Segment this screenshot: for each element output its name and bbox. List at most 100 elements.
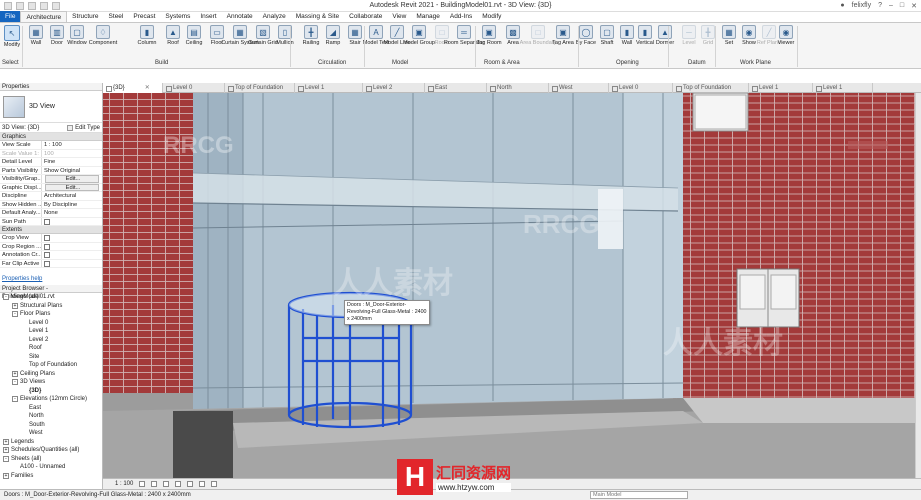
browser-node[interactable]: Level 2 <box>0 336 102 345</box>
redo-icon[interactable] <box>40 1 48 10</box>
browser-node[interactable]: - Floor Plans <box>0 310 102 319</box>
property-value[interactable]: 1 : 100 <box>42 141 102 149</box>
group-opening[interactable]: Opening <box>616 60 639 66</box>
browser-node[interactable]: Site <box>0 353 102 362</box>
browser-node[interactable]: Level 0 <box>0 319 102 328</box>
tab-file[interactable]: File <box>0 11 21 22</box>
property-row[interactable]: Scale Value 1: 100 <box>0 149 102 158</box>
property-row[interactable]: Detail Level Fine <box>0 158 102 167</box>
vertical-button[interactable]: ▮ Vertical <box>634 25 656 46</box>
tree-toggle-icon[interactable]: - <box>12 311 18 318</box>
view-tab-level-0[interactable]: Level 0 <box>609 83 673 93</box>
view-tab-top-of-foundation[interactable]: Top of Foundation <box>673 83 749 93</box>
browser-node[interactable]: + Legends <box>0 438 102 447</box>
ceiling-button[interactable]: ▤ Ceiling <box>183 25 205 46</box>
modify-button[interactable]: ↖ Modify <box>1 25 23 48</box>
property-row[interactable]: Crop Region ... <box>0 242 102 251</box>
tab-structure[interactable]: Structure <box>67 11 103 22</box>
property-row[interactable]: Crop View <box>0 234 102 243</box>
view-tab-3d[interactable]: {3D} ✕ <box>103 83 163 93</box>
tree-toggle-icon[interactable]: - <box>3 455 9 462</box>
tree-toggle-icon[interactable]: - <box>3 294 9 301</box>
view-tab-level-1[interactable]: Level 1 <box>749 83 813 93</box>
active-workset[interactable]: Main Model <box>590 491 688 499</box>
type-selector[interactable]: 3D View <box>0 91 102 123</box>
roof-button[interactable]: ▲ Roof <box>162 25 184 46</box>
property-value[interactable]: Fine <box>42 158 102 166</box>
browser-node[interactable]: + Ceiling Plans <box>0 370 102 379</box>
property-value[interactable] <box>42 234 102 242</box>
property-value[interactable]: None <box>42 209 102 217</box>
view-tab-level-1[interactable]: Level 1 <box>295 83 363 93</box>
view-tab-top-of-foundation[interactable]: Top of Foundation <box>225 83 295 93</box>
close-tab-icon[interactable]: ✕ <box>145 85 150 91</box>
filter-value[interactable]: 3D View: {3D} <box>2 125 39 131</box>
tab-systems[interactable]: Systems <box>160 11 195 22</box>
tag-room-button[interactable]: ▣ Tag Room <box>476 25 502 46</box>
view-tab-level-2[interactable]: Level 2 <box>363 83 425 93</box>
tab-precast[interactable]: Precast <box>128 11 160 22</box>
crop-view-icon[interactable] <box>187 481 194 487</box>
browser-node[interactable]: {3D} <box>0 387 102 396</box>
browser-node[interactable]: + Families <box>0 472 102 481</box>
print-icon[interactable] <box>52 1 60 10</box>
view-tab-west[interactable]: West <box>549 83 609 93</box>
visual-style-icon[interactable] <box>151 481 158 487</box>
tab-modify[interactable]: Modify <box>477 11 506 22</box>
properties-filter[interactable]: 3D View: {3D} Edit Type <box>0 123 102 133</box>
browser-node[interactable]: - Elevations (12mm Circle) <box>0 395 102 404</box>
property-value[interactable]: Architectural <box>42 192 102 200</box>
area-boundary-button[interactable]: □ Area Boundary <box>520 25 556 46</box>
save-icon[interactable] <box>16 1 24 10</box>
property-value[interactable] <box>42 251 102 259</box>
3d-viewport[interactable]: RRCG 人人素材 RRCG 人人素材 <box>103 93 921 478</box>
tree-toggle-icon[interactable]: + <box>3 472 9 479</box>
tab-architecture[interactable]: Architecture <box>20 11 68 22</box>
property-value[interactable]: 100 <box>42 150 102 158</box>
section-graphics[interactable]: Graphics <box>0 133 102 141</box>
property-checkbox[interactable] <box>44 235 50 241</box>
group-circulation[interactable]: Circulation <box>318 60 346 66</box>
window-button[interactable]: ▢ Window <box>66 25 88 46</box>
property-row[interactable]: Sun Path <box>0 217 102 226</box>
browser-node[interactable]: South <box>0 421 102 430</box>
dormer-button[interactable]: ▲ Dormer <box>654 25 676 46</box>
group-model[interactable]: Model <box>392 60 408 66</box>
room-separator-button[interactable]: ═ Room Separator <box>444 25 484 46</box>
wall-button[interactable]: ▦ Wall <box>25 25 47 46</box>
door-button[interactable]: ▥ Door <box>46 25 68 46</box>
building-model[interactable]: RRCG 人人素材 RRCG 人人素材 <box>103 93 921 478</box>
maximize-icon[interactable]: □ <box>900 2 904 9</box>
user-name[interactable]: felixfly <box>852 2 871 9</box>
tree-toggle-icon[interactable]: + <box>3 438 9 445</box>
view-tab-level-1[interactable]: Level 1 <box>813 83 873 93</box>
property-row[interactable]: Default Analy... None <box>0 209 102 218</box>
property-value[interactable]: Show Original <box>42 167 102 175</box>
lock-3d-icon[interactable] <box>199 481 206 487</box>
browser-node[interactable]: - Sheets (all) <box>0 455 102 464</box>
property-edit-button[interactable]: Edit... <box>45 183 99 191</box>
close-icon[interactable]: ✕ <box>911 2 917 10</box>
set-button[interactable]: ▦ Set <box>718 25 740 46</box>
group-work-plane[interactable]: Work Plane <box>740 60 771 66</box>
help-icon[interactable]: ? <box>878 2 882 9</box>
tab-analyze[interactable]: Analyze <box>258 11 291 22</box>
view-scale[interactable]: 1 : 100 <box>115 481 133 487</box>
property-row[interactable]: Parts Visibility Show Original <box>0 166 102 175</box>
tab-add-ins[interactable]: Add-Ins <box>445 11 477 22</box>
property-edit-button[interactable]: Edit... <box>45 175 99 183</box>
property-row[interactable]: Annotation Cr... <box>0 251 102 260</box>
browser-node[interactable]: North <box>0 412 102 421</box>
shaft-button[interactable]: ▢ Shaft <box>596 25 618 46</box>
properties-help-link[interactable]: Properties help <box>2 276 42 282</box>
browser-node[interactable]: -3D Views <box>0 378 102 387</box>
browser-node[interactable]: + Structural Plans <box>0 302 102 311</box>
open-icon[interactable] <box>4 1 12 10</box>
browser-node[interactable]: West <box>0 429 102 438</box>
tree-toggle-icon[interactable]: + <box>12 302 18 309</box>
minimize-icon[interactable]: – <box>889 2 893 9</box>
property-row[interactable]: Show Hidden ... By Discipline <box>0 200 102 209</box>
sun-path-icon[interactable] <box>163 481 170 487</box>
tab-manage[interactable]: Manage <box>411 11 445 22</box>
tree-toggle-icon[interactable]: - <box>12 396 18 403</box>
